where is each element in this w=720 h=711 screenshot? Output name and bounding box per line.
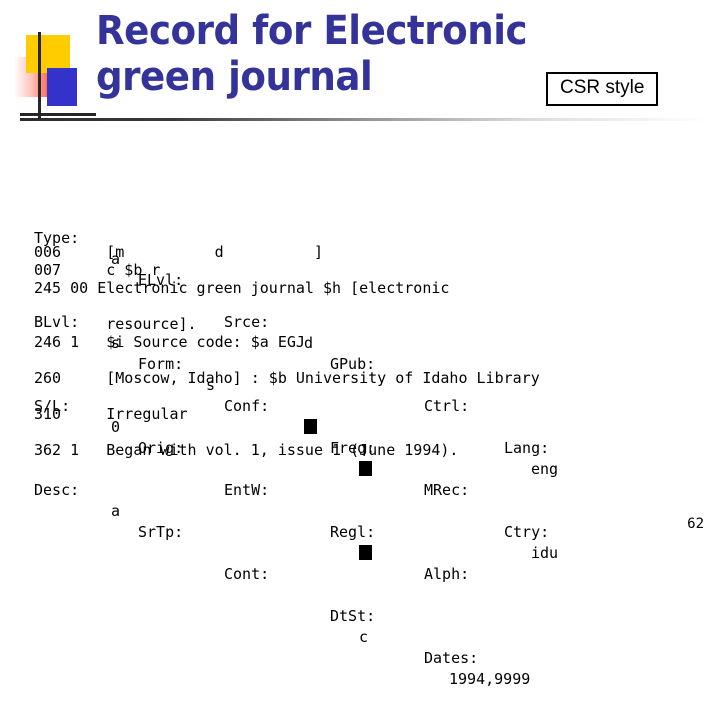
field-label-cont: Cont:: [224, 565, 270, 583]
fixed-field-row: Type: a ELvl: Srce: d GPub: Ctrl: Lang: …: [34, 207, 558, 478]
field-cursor-block: [359, 461, 372, 476]
marc-line[interactable]: 007 c $b r: [34, 261, 540, 279]
marc-line[interactable]: 260 [Moscow, Idaho] : $b University of I…: [34, 369, 540, 387]
field-value-freq[interactable]: [359, 459, 372, 480]
field-label-entw: EntW:: [224, 481, 270, 499]
marc-line[interactable]: resource].: [34, 315, 540, 333]
field-value-ctry[interactable]: idu: [531, 543, 558, 564]
marc-line-spacer: [34, 351, 540, 369]
field-value-desc[interactable]: a: [111, 501, 120, 522]
field-value-lang[interactable]: eng: [531, 459, 558, 480]
marc-line-spacer: [34, 423, 540, 441]
marc-line[interactable]: 310 Irregular: [34, 405, 540, 423]
page-title: Record for Electronic green journal: [96, 8, 552, 100]
csr-style-badge: CSR style: [546, 72, 659, 106]
field-value-dates[interactable]: 1994,9999: [449, 669, 530, 690]
marc-line-spacer: [34, 297, 540, 315]
decorative-logo: [0, 20, 100, 130]
horizontal-axis-line: [20, 113, 96, 116]
marc-line[interactable]: 362 1 Began with vol. 1, issue 1 (June 1…: [34, 441, 540, 459]
header-divider: [20, 118, 710, 121]
marc-line[interactable]: 246 1 $i Source code: $a EGJ: [34, 333, 540, 351]
field-value-regl[interactable]: [359, 543, 372, 564]
marc-line[interactable]: 245 00 Electronic green journal $h [elec…: [34, 279, 540, 297]
field-label-mrec: MRec:: [424, 481, 470, 499]
field-cursor-block: [359, 545, 372, 560]
marc-variable-fields: 006 [m d ] 007 c $b r 245 00 Electronic gr…: [34, 243, 540, 459]
field-label-dates: Dates:: [424, 649, 479, 667]
field-label-desc: Desc:: [34, 481, 80, 499]
marc-line-spacer: [34, 387, 540, 405]
page-number: 62: [687, 516, 704, 532]
field-label-alph: Alph:: [424, 565, 470, 583]
marc-line[interactable]: 006 [m d ]: [34, 243, 540, 261]
page-title-line-1: Record for Electronic: [96, 8, 528, 54]
fixed-field-row: Desc: a SrTp: Cont: DtSt: c Dates: 1994,…: [34, 459, 530, 688]
vertical-axis-line: [38, 32, 41, 118]
slide-canvas: Record for Electronic green journal CSR …: [0, 0, 720, 688]
blue-square: [47, 68, 77, 106]
field-value-dtst[interactable]: c: [359, 627, 368, 648]
field-label-dtst: DtSt:: [330, 607, 376, 625]
page-title-line-2: green journal: [96, 54, 373, 100]
